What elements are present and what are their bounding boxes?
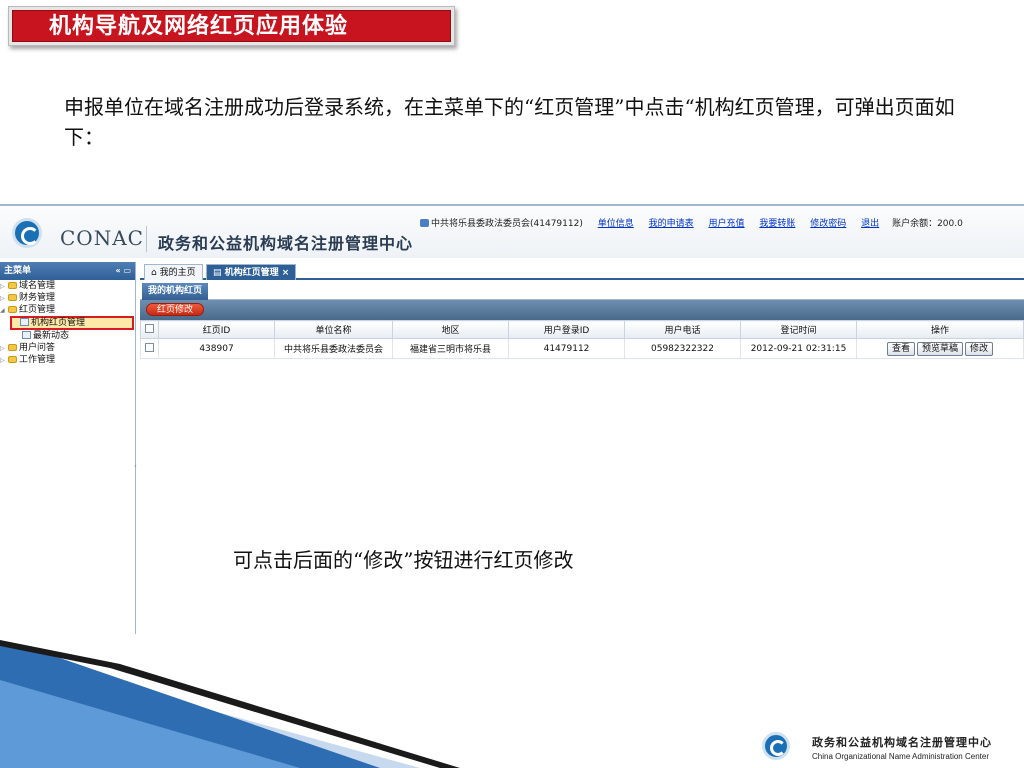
sidebar-item-work[interactable]: ▷ 工作管理 <box>0 354 135 366</box>
slide-title-box: 机构导航及网络红页应用体验 <box>8 6 455 46</box>
footer-org-en: China Organizational Name Administration… <box>812 752 989 761</box>
folder-icon <box>8 294 17 301</box>
link-my-applications[interactable]: 我的申请表 <box>649 219 694 229</box>
cell-name: 中共将乐县委政法委员会 <box>274 338 393 359</box>
sidebar-item-qa[interactable]: ▷ 用户问答 <box>0 342 135 354</box>
tab-bar: ⌂ 我的主页 ▤ 机构红页管理 × <box>140 262 1024 280</box>
app-header: CONAC 政务和公益机构域名注册管理中心 中共将乐县委政法委员会(414791… <box>0 206 1024 258</box>
user-label: 中共将乐县委政法委员会(41479112) <box>431 219 583 229</box>
sidebar-resize-handle[interactable]: ‹ <box>134 462 137 470</box>
page-icon: ▤ <box>213 268 225 278</box>
col-redpage-id: 红页ID <box>158 320 275 339</box>
select-all-checkbox[interactable] <box>145 323 154 333</box>
cell-time: 2012-09-21 02:31:15 <box>740 338 857 359</box>
sidebar-item-domain[interactable]: ▷ 域名管理 <box>0 280 135 292</box>
cell-phone: 05982322322 <box>624 338 741 359</box>
sidebar-item-news[interactable]: 最新动态 <box>0 330 135 342</box>
subtab-my-redpage[interactable]: 我的机构红页 <box>142 283 209 300</box>
link-transfer[interactable]: 我要转账 <box>759 219 795 229</box>
table-row: 438907 中共将乐县委政法委员会 福建省三明市将乐县 41479112 05… <box>140 338 1024 359</box>
footer-logo-icon <box>762 732 790 760</box>
tab-org-redpage[interactable]: ▤ 机构红页管理 × <box>206 264 297 280</box>
cell-id: 438907 <box>158 338 275 359</box>
redpage-edit-button[interactable]: 红页修改 <box>146 303 205 316</box>
note-text: 可点击后面的“修改”按钮进行红页修改 <box>233 548 574 572</box>
toolbar: 红页修改 <box>140 300 1024 320</box>
system-title: 政务和公益机构域名注册管理中心 <box>158 234 414 253</box>
footer-org-cn: 政务和公益机构域名注册管理中心 <box>812 736 992 749</box>
view-button[interactable]: 查看 <box>886 341 915 356</box>
brand-name: CONAC <box>60 226 144 250</box>
sidebar-item-finance[interactable]: ▷ 财务管理 <box>0 292 135 304</box>
col-region: 地区 <box>392 320 509 339</box>
cell-actions: 查看 预览草稿 修改 <box>856 338 1024 359</box>
link-change-password[interactable]: 修改密码 <box>810 219 846 229</box>
subtab-bar: 我的机构红页 <box>140 280 1024 300</box>
col-phone: 用户电话 <box>624 320 741 339</box>
preview-draft-button[interactable]: 预览草稿 <box>916 341 963 356</box>
main-menu-label: 主菜单 <box>4 266 32 276</box>
table-header-row: 红页ID 单位名称 地区 用户登录ID 用户电话 登记时间 操作 <box>140 320 1024 339</box>
col-reg-time: 登记时间 <box>740 320 857 339</box>
col-login-id: 用户登录ID <box>508 320 625 339</box>
col-actions: 操作 <box>856 320 1024 339</box>
slide-title: 机构导航及网络红页应用体验 <box>12 10 451 42</box>
redpage-table: 红页ID 单位名称 地区 用户登录ID 用户电话 登记时间 操作 438907 … <box>140 320 1024 359</box>
page-icon <box>20 318 29 326</box>
cell-region: 福建省三明市将乐县 <box>392 338 509 359</box>
link-logout[interactable]: 退出 <box>861 219 879 229</box>
sidebar: 主菜单 « ▭ ▷ 域名管理 ▷ 财务管理 ◢ 红页管理 机构红页管理 最新动态 ▷ 用… <box>0 262 137 634</box>
sidebar-header: 主菜单 « ▭ <box>0 262 135 280</box>
account-balance: 账户余额：200.0 <box>892 219 963 229</box>
row-checkbox[interactable] <box>145 342 154 352</box>
cell-login-id: 41479112 <box>508 338 625 359</box>
row-select-cell <box>140 338 159 359</box>
page-icon <box>22 331 31 339</box>
conac-logo-icon <box>12 218 42 248</box>
folder-icon <box>8 344 17 351</box>
sidebar-item-redpage[interactable]: ◢ 红页管理 <box>0 304 135 316</box>
user-icon <box>420 219 429 227</box>
intro-text: 申报单位在域名注册成功后登录系统，在主菜单下的“红页管理”中点击“机构红页管理，… <box>64 95 955 149</box>
top-links: 中共将乐县委政法委员会(41479112) 单位信息 我的申请表 用户充值 我要… <box>420 216 963 229</box>
link-recharge[interactable]: 用户充值 <box>709 219 745 229</box>
select-all-header <box>140 320 159 339</box>
main-panel: ⌂ 我的主页 ▤ 机构红页管理 × 我的机构红页 红页修改 红页ID 单位名称 … <box>140 262 1024 634</box>
link-unit-info[interactable]: 单位信息 <box>598 219 634 229</box>
folder-icon <box>8 282 17 289</box>
home-icon: ⌂ <box>151 268 160 278</box>
folder-icon <box>8 356 17 363</box>
folder-open-icon <box>8 306 17 313</box>
brand-divider <box>146 226 147 252</box>
modify-button[interactable]: 修改 <box>965 341 994 356</box>
collapse-icon[interactable]: « ▭ <box>115 262 131 280</box>
col-unit-name: 单位名称 <box>274 320 393 339</box>
sidebar-item-org-redpage[interactable]: 机构红页管理 <box>10 316 134 330</box>
tab-home[interactable]: ⌂ 我的主页 <box>144 264 203 280</box>
